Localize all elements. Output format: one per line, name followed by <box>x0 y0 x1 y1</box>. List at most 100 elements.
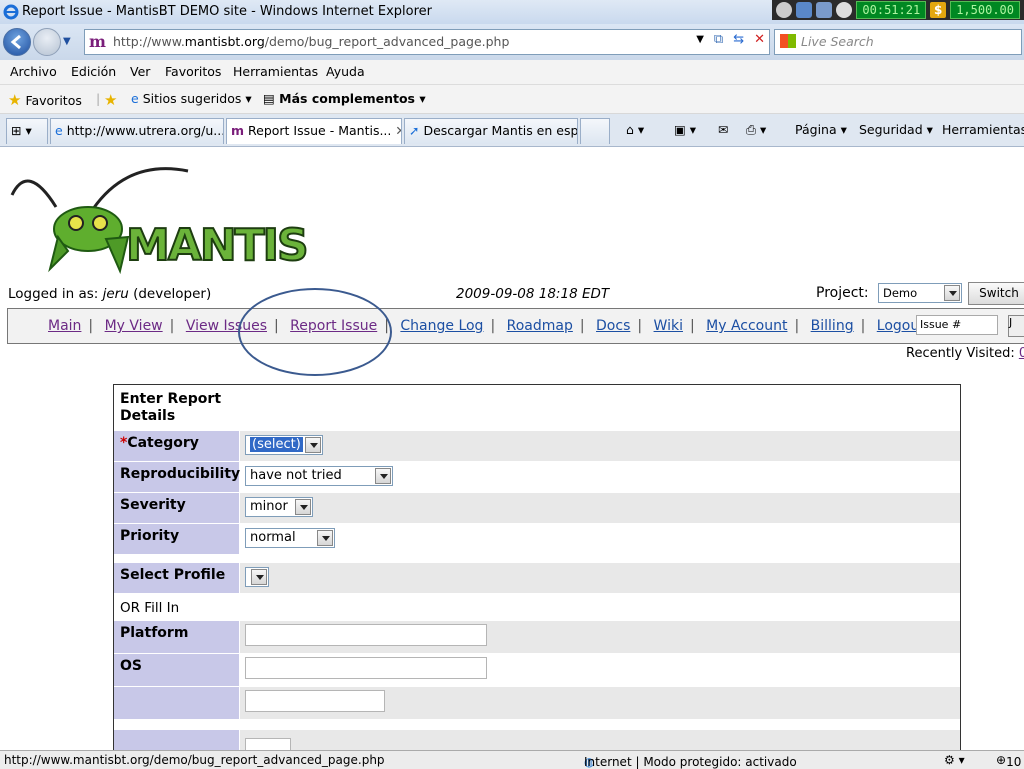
add-favorite-icon[interactable]: ★ <box>104 91 117 109</box>
highlight-circle <box>238 288 392 376</box>
priority-select[interactable]: normal <box>245 528 335 548</box>
search-box[interactable]: Live Search <box>774 29 1022 55</box>
platform-input[interactable] <box>245 624 487 646</box>
page-menu[interactable]: Página ▾ <box>795 122 847 137</box>
timer-display: 00:51:21 <box>856 1 927 19</box>
menu-ver[interactable]: Ver <box>130 64 150 79</box>
or-fill-in-row: OR Fill In <box>114 597 960 619</box>
suggested-sites-button[interactable]: e Sitios sugeridos ▾ <box>131 91 252 106</box>
tools-menu[interactable]: Herramientas ▾ <box>942 122 1024 137</box>
mantis-logo[interactable]: MANTIS <box>8 167 310 277</box>
home-icon[interactable]: ⌂ ▾ <box>626 122 644 137</box>
recent-issue-link[interactable]: 00 <box>1019 346 1024 361</box>
tab-utrera[interactable]: e http://www.utrera.org/u... <box>50 118 224 144</box>
ie-icon <box>3 4 19 20</box>
nav-roadmap[interactable]: Roadmap <box>507 318 573 334</box>
chevron-down-icon <box>375 468 391 484</box>
close-tray-icon[interactable] <box>776 2 793 18</box>
new-tab-button[interactable] <box>580 118 610 144</box>
severity-label: Severity <box>114 493 239 523</box>
stop-icon[interactable]: ✕ <box>754 32 765 47</box>
address-field[interactable]: m http://www.mantisbt.org/demo/bug_repor… <box>84 29 770 55</box>
status-bar: http://www.mantisbt.org/demo/bug_report_… <box>0 750 1024 769</box>
category-row: *Category (select) <box>114 431 960 461</box>
os-row: OS <box>114 654 960 686</box>
back-button[interactable] <box>3 28 31 56</box>
nav-change-log[interactable]: Change Log <box>400 318 483 334</box>
category-label: *Category <box>114 431 239 461</box>
platform-label: Platform <box>114 621 239 653</box>
tab-descargar[interactable]: ➚ Descargar Mantis en esp... <box>404 118 578 144</box>
nav-my-account[interactable]: My Account <box>706 318 787 334</box>
tab-report-issue[interactable]: m Report Issue - Mantis... ✕ <box>226 118 402 144</box>
reproducibility-label: Reproducibility <box>114 462 240 492</box>
menu-herramientas[interactable]: Herramientas <box>233 64 318 79</box>
mantis-favicon: m <box>89 32 106 51</box>
nav-my-view[interactable]: My View <box>105 318 163 334</box>
nav-main[interactable]: Main <box>48 318 81 334</box>
severity-select[interactable]: minor <box>245 497 313 517</box>
os-build-row <box>114 687 960 719</box>
live-search-icon <box>780 34 796 48</box>
nav-docs[interactable]: Docs <box>596 318 630 334</box>
url-text: http://www.mantisbt.org/demo/bug_report_… <box>113 34 510 49</box>
favorites-bar: ★ Favoritos | ★ e Sitios sugeridos ▾ ▤ M… <box>0 85 1024 114</box>
protected-mode-icon[interactable]: ⚙ ▾ <box>944 753 965 767</box>
profile-select[interactable] <box>245 567 269 587</box>
os-build-input[interactable] <box>245 690 385 712</box>
recently-visited: Recently Visited: 00 <box>906 346 1024 361</box>
username: jeru <box>102 286 129 302</box>
window-title: Report Issue - MantisBT DEMO site - Wind… <box>22 4 432 19</box>
reproducibility-select[interactable]: have not tried <box>245 466 393 486</box>
logged-in-info: Logged in as: jeru (developer) <box>8 286 212 302</box>
category-select[interactable]: (select) <box>245 435 323 455</box>
dropdown-icon[interactable]: ▼ <box>696 34 704 45</box>
page-icon: ▤ <box>263 91 275 106</box>
form-header-row: Enter Report Details <box>114 385 960 431</box>
mail-icon[interactable]: ✉ <box>718 122 728 137</box>
close-tab-icon[interactable]: ✕ <box>395 123 401 138</box>
chevron-down-icon <box>944 285 960 301</box>
status-url: http://www.mantisbt.org/demo/bug_report_… <box>4 753 385 767</box>
security-menu[interactable]: Seguridad ▾ <box>859 122 933 137</box>
quick-tabs-button[interactable]: ⊞ ▾ <box>6 118 48 144</box>
print-icon[interactable]: ⎙ ▾ <box>746 122 766 138</box>
project-select[interactable]: Demo <box>878 283 962 303</box>
switch-button[interactable]: Switch <box>968 282 1024 305</box>
menu-bar: Archivo Edición Ver Favoritos Herramient… <box>0 60 1024 85</box>
os-input[interactable] <box>245 657 487 679</box>
select-profile-label: Select Profile <box>114 563 239 593</box>
chevron-down-icon <box>295 499 311 515</box>
compatibility-icon[interactable]: ⧉ <box>714 32 723 47</box>
star-icon: ★ <box>8 91 22 109</box>
arrow-tab-icon: ➚ <box>409 123 420 138</box>
select-profile-row: Select Profile <box>114 563 960 593</box>
clock-icon[interactable] <box>836 2 853 18</box>
menu-favoritos[interactable]: Favoritos <box>165 64 221 79</box>
menu-edicion[interactable]: Edición <box>71 64 116 79</box>
current-datetime: 2009-09-08 18:18 EDT <box>456 286 610 302</box>
platform-row: Platform <box>114 621 960 653</box>
issue-number-input[interactable]: Issue # <box>916 315 998 335</box>
history-dropdown-icon[interactable]: ▼ <box>63 36 71 47</box>
nav-wiki[interactable]: Wiki <box>654 318 683 334</box>
forward-button[interactable] <box>33 28 61 56</box>
addons-button[interactable]: ▤ Más complementos ▾ <box>263 91 426 106</box>
ie-tab-icon: e <box>55 123 63 138</box>
feeds-icon[interactable]: ▣ ▾ <box>674 122 696 137</box>
priority-row: Priority normal <box>114 524 960 554</box>
refresh-icon[interactable]: ⇆ <box>733 32 744 47</box>
zoom-control[interactable]: ⊕ 10 <box>996 753 1021 769</box>
favorites-button[interactable]: ★ Favoritos <box>8 91 82 109</box>
os-label: OS <box>114 654 239 686</box>
grid-icon: ⊞ ▾ <box>11 123 32 138</box>
network-icon[interactable] <box>796 2 813 18</box>
volume-icon[interactable] <box>816 2 833 18</box>
menu-ayuda[interactable]: Ayuda <box>326 64 365 79</box>
title-bar: Report Issue - MantisBT DEMO site - Wind… <box>0 0 1024 24</box>
project-label: Project: <box>816 285 869 301</box>
report-form: Enter Report Details *Category (select) … <box>113 384 961 766</box>
jump-button[interactable]: J <box>1008 315 1024 337</box>
nav-billing[interactable]: Billing <box>811 318 854 334</box>
menu-archivo[interactable]: Archivo <box>10 64 57 79</box>
